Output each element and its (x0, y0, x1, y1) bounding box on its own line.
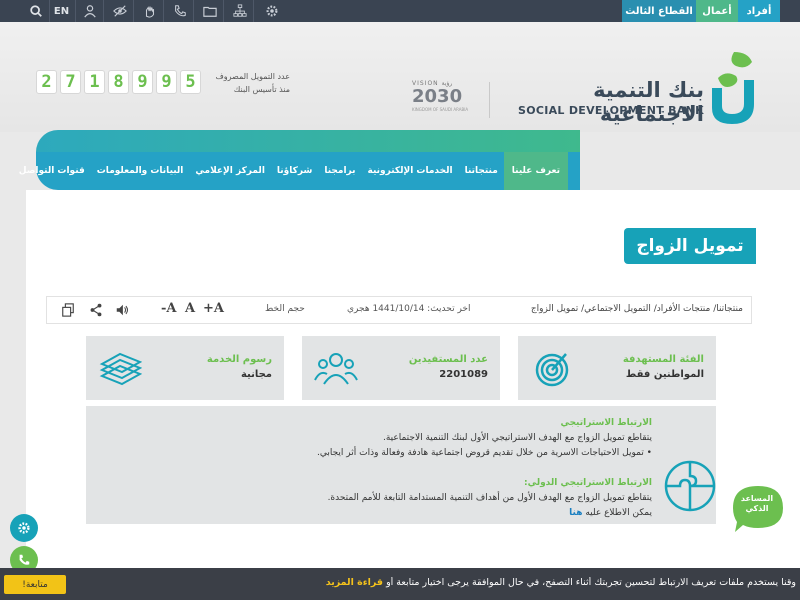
language-toggle[interactable]: EN (48, 0, 76, 22)
sign-language-icon[interactable] (136, 0, 164, 22)
page-title: تمويل الزواج (624, 228, 756, 264)
phone-icon (19, 554, 30, 565)
card-target-group: الفئة المستهدفة المواطنين فقط (518, 336, 716, 400)
heading-strategic: الارتباط الاستراتيجي (560, 418, 652, 428)
card-service-fees: رسوم الخدمة مجانية (86, 336, 284, 400)
smart-assistant-label: المساعد الذكي (740, 494, 774, 513)
search-icon[interactable] (22, 0, 50, 22)
cookie-text: وقنا يستخدم ملفات تعريف الارتباط لتحسين … (325, 577, 796, 588)
font-increase-button[interactable]: +A (203, 301, 224, 316)
breadcrumb[interactable]: منتجاتنا/ منتجات الأفراد/ التمويل الاجتم… (531, 304, 743, 314)
nav-item-data[interactable]: البيانات والمعلومات (91, 166, 190, 176)
strategic-alignment-box: الارتباط الاستراتيجي يتقاطع تمويل الزواج… (86, 406, 716, 524)
share-icon[interactable] (89, 303, 103, 317)
font-decrease-button[interactable]: -A (161, 301, 176, 316)
read-more-link[interactable]: قراءة المزيد (326, 577, 383, 588)
nav-accent (36, 130, 580, 154)
sitemap-icon[interactable] (226, 0, 254, 22)
user-icon[interactable] (76, 0, 104, 22)
nav-item-e-services[interactable]: الخدمات الإلكترونية (362, 166, 459, 176)
tab-individuals[interactable]: أفراد (738, 0, 780, 22)
nav-item-about[interactable]: تعرف علينا (503, 152, 568, 190)
speaker-icon[interactable] (115, 303, 129, 317)
page-toolbar: منتجاتنا/ منتجات الأفراد/ التمويل الاجتم… (46, 296, 752, 324)
font-reset-button[interactable]: A (185, 301, 195, 316)
counter-digit: 9 (132, 70, 153, 94)
settings-icon[interactable] (258, 0, 286, 22)
counter-digit: 9 (156, 70, 177, 94)
phone-icon[interactable] (166, 0, 194, 22)
nav-item-products[interactable]: منتجاتنا (459, 166, 504, 176)
settings-float-button[interactable] (10, 514, 38, 542)
users-icon (314, 353, 358, 385)
bank-name-english[interactable]: SOCIAL DEVELOPMENT BANK (508, 104, 704, 117)
vision-2030-logo[interactable]: VISION رؤية 2030 KINGDOM OF SAUDI ARABIA (412, 80, 476, 124)
cookie-banner: وقنا يستخدم ملفات تعريف الارتباط لتحسين … (0, 568, 800, 600)
counter-digit: 1 (84, 70, 105, 94)
counter-digit: 5 (180, 70, 201, 94)
heading-international: الارتباط الاستراتيجي الدولي: (524, 478, 652, 488)
nav-item-contact[interactable]: قنوات التواصل (13, 166, 91, 176)
target-icon (535, 353, 569, 387)
tab-third-sector[interactable]: القطاع الثالث (622, 0, 696, 22)
nav-item-media-center[interactable]: المركز الإعلامي (189, 166, 271, 176)
counter-digit: 2 (36, 70, 57, 94)
counter-label: عدد التمويل المصروف منذ تأسيس البنك (215, 72, 290, 94)
card-beneficiaries: عدد المستفيدين 2201089 (302, 336, 500, 400)
gear-icon (18, 522, 30, 534)
counter-digit: 8 (108, 70, 129, 94)
money-icon (99, 352, 142, 386)
tab-business[interactable]: أعمال (696, 0, 738, 22)
counter-digit: 7 (60, 70, 81, 94)
top-utility-bar: EN القطاع الثالث أعمال أفراد (0, 0, 800, 22)
nav-item-programs[interactable]: برامجنا (318, 166, 361, 176)
folder-icon[interactable] (196, 0, 224, 22)
here-link[interactable]: هنا (569, 508, 582, 518)
eye-off-icon[interactable] (106, 0, 134, 22)
main-nav: تعرف علينا منتجاتنا الخدمات الإلكترونية … (19, 152, 580, 190)
cookie-continue-button[interactable]: متابعة! (4, 575, 66, 594)
bank-name-arabic[interactable]: بنك التنمية الاجتماعية (504, 78, 704, 126)
font-size-label: حجم الخط (265, 304, 305, 314)
last-updated: اخر تحديث: 1441/10/14 هجري (347, 304, 471, 314)
puzzle-icon (664, 460, 716, 512)
nav-item-partners[interactable]: شركاؤنا (271, 166, 318, 176)
bank-logo-icon[interactable] (708, 48, 760, 128)
copy-icon[interactable] (61, 303, 75, 317)
logo-divider (489, 82, 490, 118)
